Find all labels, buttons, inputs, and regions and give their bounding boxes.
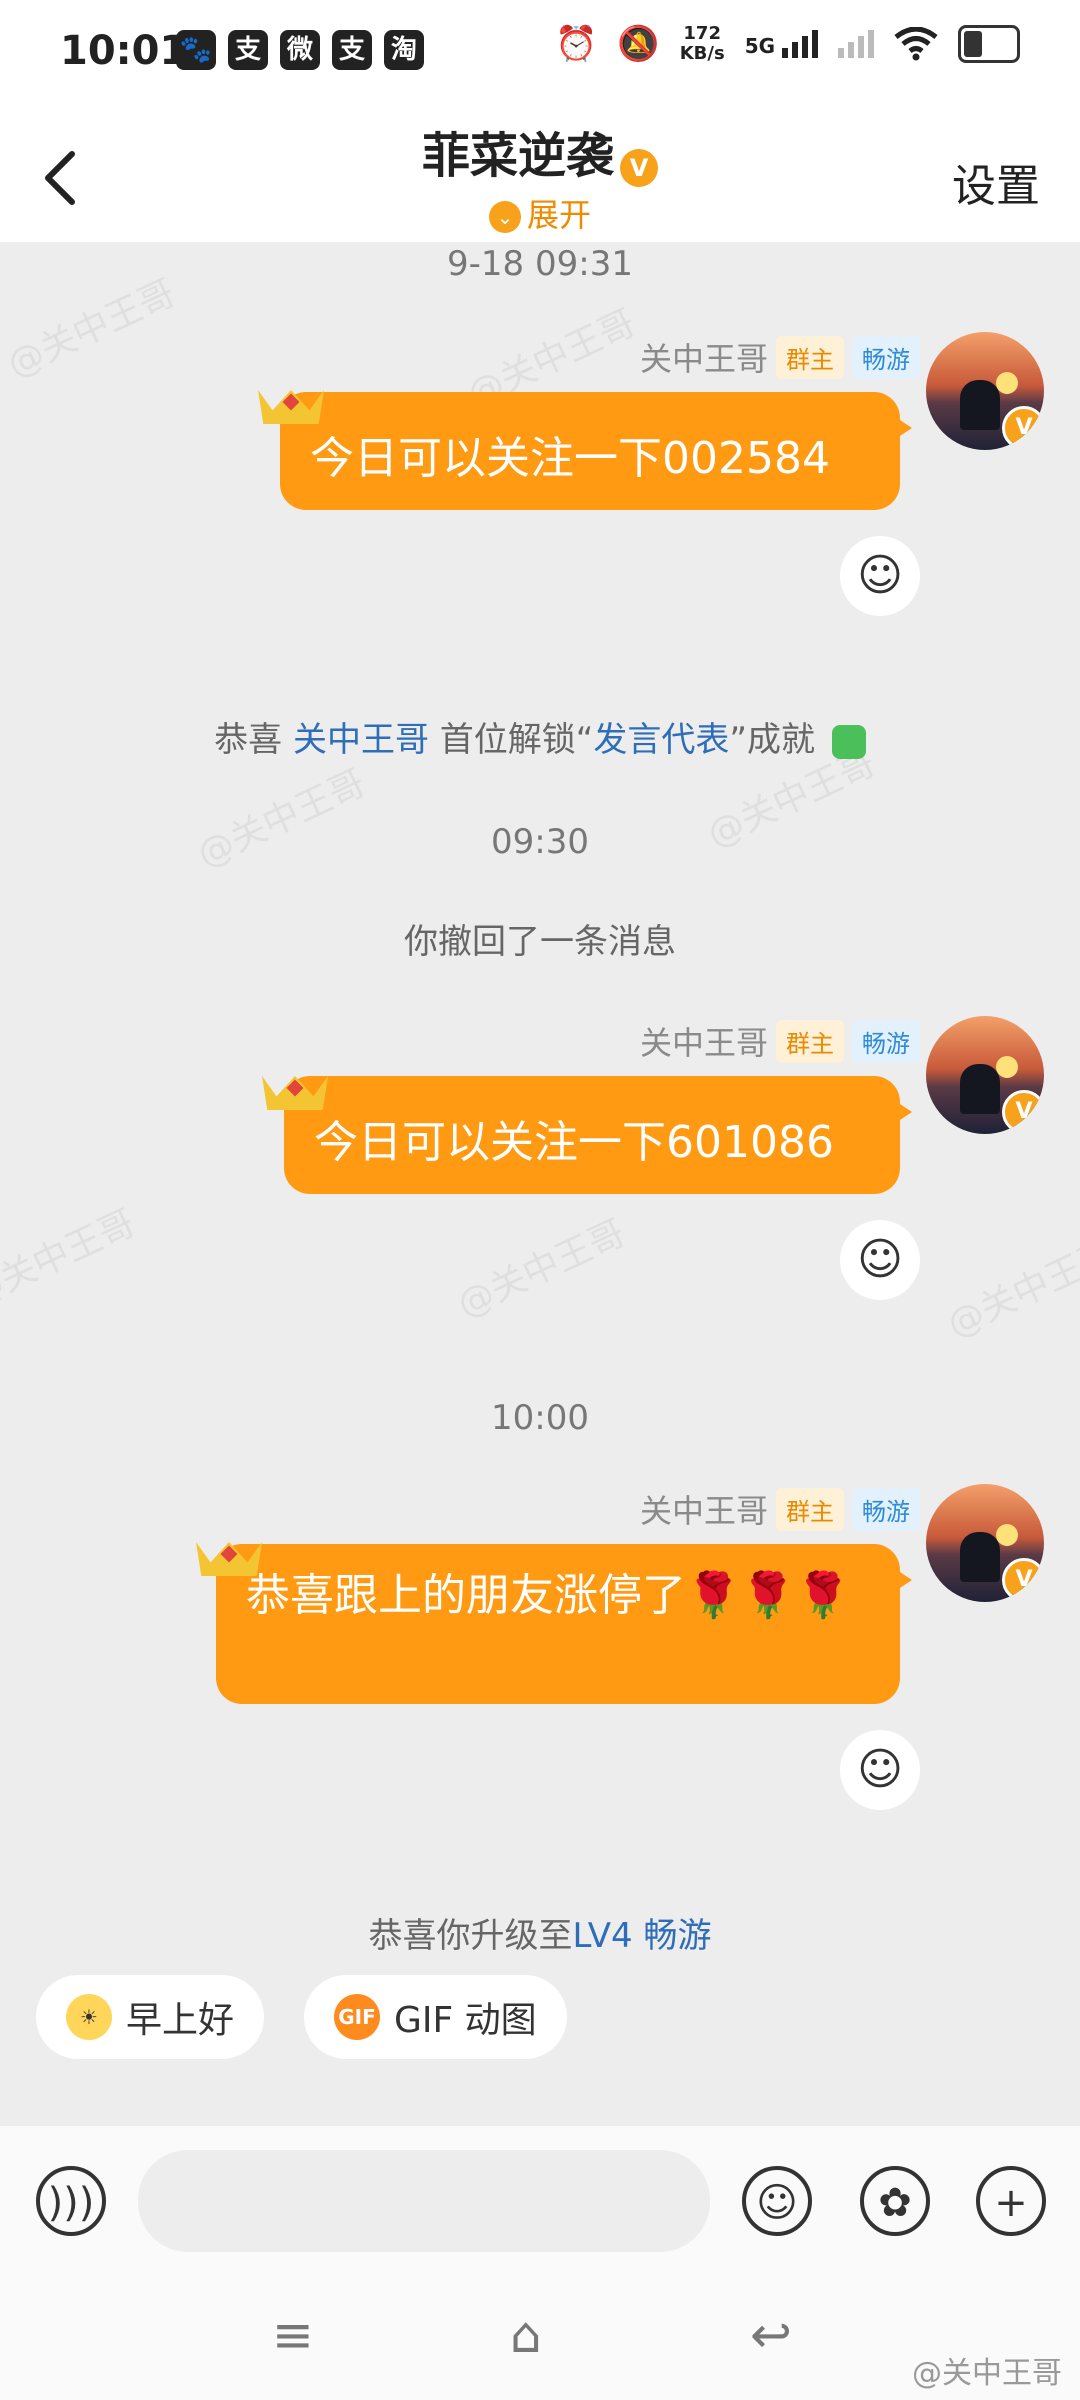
back-nav-icon[interactable]: ↩ <box>750 2306 792 2364</box>
quick-reply-label: 早上好 <box>126 2000 235 2041</box>
message-bubble[interactable]: 恭喜跟上的朋友涨停了🌹🌹🌹 <box>216 1544 912 1704</box>
sun-icon: ☀ <box>66 1994 112 2040</box>
group-title: 菲菜逆袭 <box>421 128 614 184</box>
level-tag: 畅游 <box>852 335 920 379</box>
wifi-icon <box>894 27 938 61</box>
owner-tag: 群主 <box>776 1487 844 1531</box>
menu-icon[interactable]: ≡ <box>272 2306 314 2364</box>
mute-icon: 🔕 <box>617 24 660 64</box>
avatar[interactable]: V <box>926 1484 1044 1602</box>
plus-icon[interactable]: + <box>976 2166 1046 2236</box>
battery-icon <box>958 25 1020 63</box>
quick-reply-gif[interactable]: GIF GIF 动图 <box>304 1975 567 2059</box>
verified-icon: V <box>1002 406 1044 450</box>
message-bubble[interactable]: 今日可以关注一下601086 <box>284 1076 912 1194</box>
add-reaction-icon[interactable]: ☺ <box>840 1220 920 1300</box>
net-speed: 172 KB/s <box>679 23 725 64</box>
avatar[interactable]: V <box>926 1016 1044 1134</box>
achievement-title[interactable]: 发言代表 <box>593 720 729 760</box>
group-title-wrap: 菲菜逆袭 V <box>0 116 1080 187</box>
owner-tag: 群主 <box>776 1019 844 1063</box>
alipay-icon: 支 <box>228 30 268 70</box>
status-right: ⏰ 🔕 172 KB/s 5G <box>555 24 1020 64</box>
recall-notice: 你撤回了一条消息 <box>404 922 676 962</box>
level-tag: 畅游 <box>852 1019 920 1063</box>
verified-icon: V <box>1002 1090 1044 1134</box>
watermark: @关中王哥 <box>0 1202 142 1316</box>
status-app-icons: 🐾 支 微 支 淘 <box>176 30 424 70</box>
timestamp: 9-18 09:31 <box>447 244 633 284</box>
timestamp: 10:00 <box>491 1398 589 1438</box>
chevron-down-icon: ⌄ <box>488 201 521 233</box>
timestamp: 09:30 <box>491 822 589 862</box>
add-reaction-icon[interactable]: ☺ <box>840 536 920 616</box>
gif-icon: GIF <box>334 1994 380 2040</box>
signal-icon: 5G <box>745 30 818 58</box>
emoji-icon[interactable]: ☺ <box>742 2166 812 2236</box>
input-bar: ))) ☺ ✿ + <box>0 2126 1080 2276</box>
watermark: @关中王哥 <box>941 1232 1080 1346</box>
watermark: @关中王哥 <box>451 1212 632 1326</box>
sender-line: 关中王哥 群主 畅游 <box>640 334 920 380</box>
sender-name[interactable]: 关中王哥 <box>640 1486 768 1532</box>
signal-icon-2 <box>838 30 874 58</box>
sender-line: 关中王哥 群主 畅游 <box>640 1486 920 1532</box>
sender-name[interactable]: 关中王哥 <box>640 1018 768 1064</box>
achievement-badge-icon <box>831 724 866 759</box>
achievement-user[interactable]: 关中王哥 <box>293 720 429 760</box>
owner-tag: 群主 <box>776 335 844 379</box>
verified-icon: V <box>1002 1558 1044 1602</box>
message-bubble[interactable]: 今日可以关注一下002584 <box>280 392 912 510</box>
crown-icon <box>262 1058 328 1110</box>
expand-label: 展开 <box>526 196 591 234</box>
quick-reply-label: GIF 动图 <box>394 2000 537 2041</box>
crown-icon <box>196 1524 262 1576</box>
verified-icon: V <box>620 148 658 187</box>
upgrade-notice: 恭喜你升级至LV4 畅游 <box>368 1916 712 1956</box>
weibo-icon: 微 <box>280 30 320 70</box>
settings-button[interactable]: 设置 <box>952 150 1040 214</box>
level-tag: 畅游 <box>852 1487 920 1531</box>
chat-header: 菲菜逆袭 V ⌄ 展开 设置 <box>0 110 1080 242</box>
message-input[interactable] <box>138 2150 710 2252</box>
voice-icon[interactable]: ))) <box>36 2166 106 2236</box>
taobao-icon: 淘 <box>384 30 424 70</box>
sticker-icon[interactable]: ✿ <box>860 2166 930 2236</box>
footer-watermark: @关中王哥 <box>912 2356 1062 2391</box>
app-notification-icon: 🐾 <box>176 30 216 70</box>
status-time: 10:01 <box>60 28 188 74</box>
avatar[interactable]: V <box>926 332 1044 450</box>
alarm-icon: ⏰ <box>555 24 598 64</box>
crown-icon <box>258 372 324 424</box>
status-bar: 10:01 🐾 支 微 支 淘 ⏰ 🔕 172 KB/s 5G <box>0 0 1080 110</box>
achievement-notice: 恭喜 关中王哥 首位解锁“发言代表”成就 <box>0 712 1080 761</box>
sender-line: 关中王哥 群主 畅游 <box>640 1018 920 1064</box>
quick-reply-good-morning[interactable]: ☀ 早上好 <box>36 1975 265 2059</box>
upgrade-level[interactable]: LV4 畅游 <box>573 1916 712 1956</box>
home-icon[interactable]: ⌂ <box>510 2306 542 2364</box>
expand-button[interactable]: ⌄ 展开 <box>0 190 1080 236</box>
alipay-icon: 支 <box>332 30 372 70</box>
add-reaction-icon[interactable]: ☺ <box>840 1730 920 1810</box>
sender-name[interactable]: 关中王哥 <box>640 334 768 380</box>
